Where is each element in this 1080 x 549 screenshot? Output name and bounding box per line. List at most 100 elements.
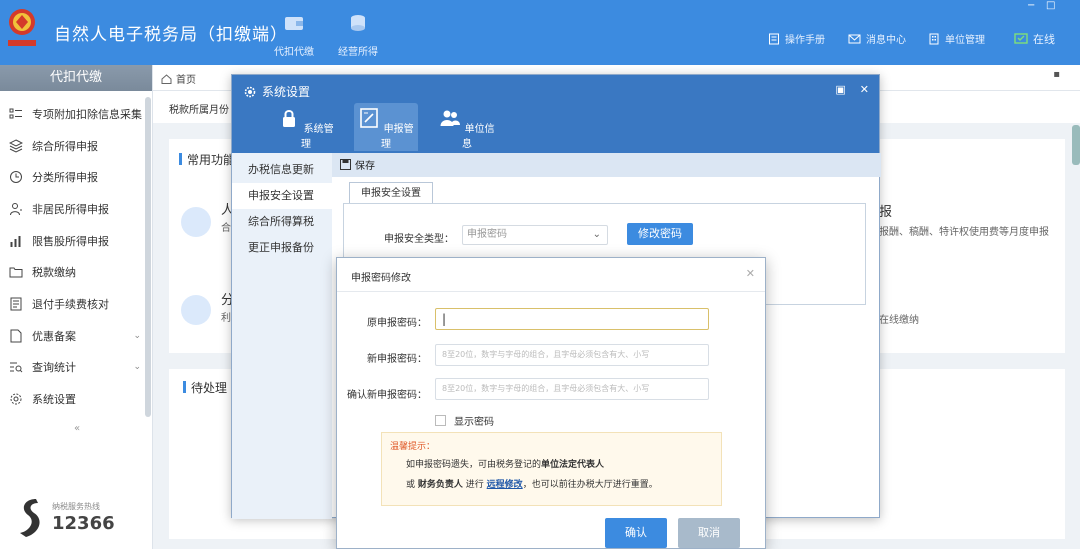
sidebar-item-fee-refund[interactable]: 退付手续费核对 <box>0 293 145 315</box>
menu-tax-info-update[interactable]: 办税信息更新 <box>232 157 332 183</box>
sidebar-title[interactable]: 代扣代缴 <box>0 65 152 91</box>
sidebar-item-special-deduction[interactable]: 专项附加扣除信息采集 <box>0 103 145 125</box>
file-icon <box>10 329 22 343</box>
online-status-icon <box>1014 32 1028 44</box>
tax-emblem-icon <box>8 9 36 46</box>
save-button[interactable]: 保存 <box>340 157 375 172</box>
clock-icon <box>10 171 22 183</box>
menu-comprehensive-tax-calc[interactable]: 综合所得算税 <box>232 209 332 235</box>
new-password-input[interactable]: 8至20位，数字与字母的组合，且字母必须包含有大、小写 <box>435 344 709 366</box>
change-password-dialog: 申报密码修改 ✕ 原申报密码： | 新申报密码： 8至20位，数字与字母的组合，… <box>336 257 766 549</box>
bar-chart-icon <box>10 236 21 247</box>
sidebar-item-system-settings[interactable]: 系统设置 <box>0 388 145 410</box>
common-functions-title: 常用功能 <box>178 153 236 167</box>
chevron-down-icon: ⌄ <box>133 362 141 372</box>
nav-business-income-label: 经营所得 <box>338 47 378 58</box>
top-bar: 自然人电子税务局（扣缴端） 代扣代缴 经营所得 操作手册 消息中心 单位管理 在… <box>0 0 1080 65</box>
tab-filing-security-settings[interactable]: 申报安全设置 <box>349 182 433 204</box>
menu-correction-backup[interactable]: 更正申报备份 <box>232 235 332 261</box>
wallet-icon <box>285 17 303 30</box>
remote-modify-link[interactable]: 远程修改 <box>487 480 523 490</box>
original-password-label: 原申报密码： <box>367 318 427 329</box>
system-window-controls: ▣ ✕ <box>835 83 869 96</box>
document-icon <box>10 297 22 311</box>
menu-filing-security[interactable]: 申报安全设置 <box>232 183 332 209</box>
unit-management-link[interactable]: 单位管理 <box>928 31 985 46</box>
change-password-button[interactable]: 修改密码 <box>627 223 693 245</box>
manual-icon <box>769 33 779 44</box>
gear-icon <box>244 86 256 97</box>
sidebar-scrollbar[interactable] <box>145 97 151 417</box>
dialog-header: 申报密码修改 ✕ <box>337 258 765 292</box>
home-icon <box>161 73 172 84</box>
folder-icon <box>9 267 23 278</box>
pending-title: 待处理 <box>182 381 228 395</box>
new-password-label: 新申报密码： <box>367 354 427 365</box>
confirm-password-label: 确认新申报密码： <box>347 390 427 401</box>
tab-filing-management[interactable]: 申报管理 <box>354 103 418 151</box>
list-icon <box>9 108 22 119</box>
lock-icon <box>283 110 296 127</box>
confirm-button[interactable]: 确认 <box>605 518 667 548</box>
tab-system-management[interactable]: 系统管理 <box>274 103 338 151</box>
tip-line-2: 或 财务负责人 进行 远程修改，也可以前往办税大厅进行重置。 <box>406 480 658 490</box>
system-settings-header: 系统设置 ▣ ✕ 系统管理 申报管理 单位信息 <box>232 75 879 153</box>
tip-title: 温馨提示： <box>390 442 436 452</box>
cancel-button[interactable]: 取消 <box>678 518 740 548</box>
function-icon[interactable] <box>181 207 211 237</box>
system-settings-title: 系统设置 <box>244 83 310 100</box>
show-password-checkbox[interactable] <box>435 415 446 426</box>
sidebar-item-query-statistics[interactable]: 查询统计 ⌄ <box>0 356 145 378</box>
sidebar-item-classified-income[interactable]: 分类所得申报 <box>0 166 145 188</box>
tip-box: 温馨提示： 如申报密码遗失，可由税务登记的单位法定代表人 或 财务负责人 进行 … <box>381 432 722 506</box>
layers-icon <box>9 139 23 153</box>
app-title: 自然人电子税务局（扣缴端） <box>54 25 288 45</box>
tab-menu-icon[interactable]: ▪ <box>1053 69 1060 80</box>
nav-withholding-label: 代扣代缴 <box>274 47 314 58</box>
minimize-button[interactable]: − <box>1027 0 1035 11</box>
confirm-password-input[interactable]: 8至20位，数字与字母的组合，且字母必须包含有大、小写 <box>435 378 709 400</box>
hotline-number: 12366 <box>52 513 115 534</box>
edit-icon[interactable] <box>181 295 211 325</box>
sidebar-item-preferential-filing[interactable]: 优惠备案 ⌄ <box>0 325 145 347</box>
system-toolbar: 保存 <box>332 153 881 177</box>
nav-withholding[interactable]: 代扣代缴 <box>264 12 324 58</box>
users-icon <box>440 110 461 126</box>
sidebar-item-comprehensive-income[interactable]: 综合所得申报 <box>0 135 145 157</box>
tab-home[interactable]: 首页 <box>161 71 196 86</box>
message-center-link[interactable]: 消息中心 <box>848 31 906 46</box>
building-icon <box>929 33 939 44</box>
main-scrollbar[interactable] <box>1072 125 1080 165</box>
chevron-down-icon: ⌄ <box>592 229 601 240</box>
gear-icon <box>10 393 22 405</box>
save-icon <box>340 159 351 170</box>
sidebar: 代扣代缴 专项附加扣除信息采集 综合所得申报 分类所得申报 非居民所得申报 限售… <box>0 65 153 549</box>
security-type-label: 申报安全类型： <box>384 234 454 245</box>
tax-month-label: 税款所属月份 <box>169 105 229 116</box>
show-password-toggle[interactable]: 显示密码 <box>435 413 494 428</box>
hotline-logo-icon <box>20 499 40 537</box>
maximize-button[interactable]: □ <box>1046 0 1055 11</box>
coins-icon <box>351 15 365 31</box>
system-left-menu: 办税信息更新 申报安全设置 综合所得算税 更正申报备份 <box>232 153 332 519</box>
search-list-icon <box>10 362 23 373</box>
tab-unit-information[interactable]: 单位信息 <box>435 103 499 151</box>
hotline-label: 纳税服务热线 <box>52 502 100 511</box>
original-password-input[interactable]: | <box>435 308 709 330</box>
manual-link[interactable]: 操作手册 <box>768 31 825 46</box>
maximize-icon[interactable]: ▣ <box>835 83 845 96</box>
close-icon[interactable]: ✕ <box>860 83 869 96</box>
sidebar-item-tax-payment[interactable]: 税款缴纳 <box>0 261 145 283</box>
hotline: 纳税服务热线 12366 <box>16 497 146 542</box>
online-status[interactable]: 在线 <box>1014 31 1055 47</box>
sidebar-collapse-button[interactable]: « <box>68 423 86 437</box>
tip-line-1: 如申报密码遗失，可由税务登记的单位法定代表人 <box>406 460 605 470</box>
dialog-title: 申报密码修改 <box>351 273 411 284</box>
sidebar-item-nonresident-income[interactable]: 非居民所得申报 <box>0 198 145 220</box>
chevron-down-icon: ⌄ <box>133 331 141 341</box>
sidebar-item-restricted-shares[interactable]: 限售股所得申报 <box>0 230 145 252</box>
person-icon <box>10 203 22 216</box>
nav-business-income[interactable]: 经营所得 <box>328 12 388 58</box>
close-icon[interactable]: ✕ <box>746 267 755 280</box>
security-type-select[interactable]: 申报密码 ⌄ <box>462 225 608 245</box>
